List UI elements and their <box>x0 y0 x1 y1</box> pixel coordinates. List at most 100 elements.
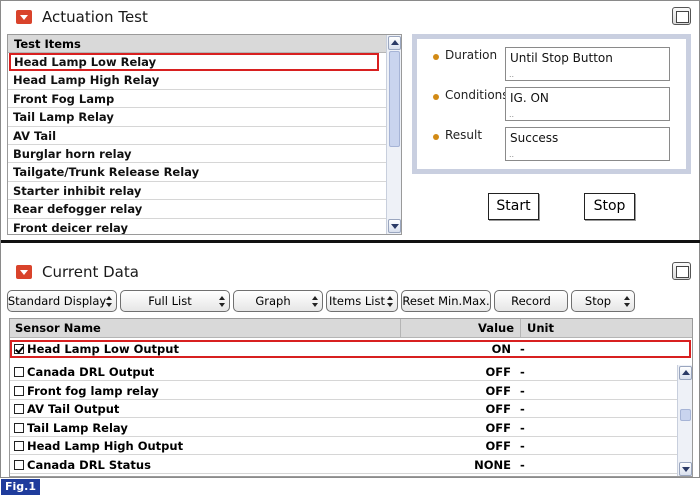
unit-header[interactable]: Unit <box>520 319 692 338</box>
scroll-thumb[interactable] <box>680 409 691 421</box>
result-text: Success <box>510 131 559 145</box>
bullet-icon <box>433 134 439 140</box>
table-row[interactable]: Head Lamp Low Output ON - <box>10 340 691 359</box>
sensor-name: Canada DRL Status <box>27 457 151 472</box>
result-row: Result Success .. <box>417 127 686 163</box>
sensor-value: OFF <box>485 383 512 398</box>
scroll-thumb[interactable] <box>389 51 400 147</box>
items-list-select[interactable]: Items List <box>326 290 398 312</box>
current-data-header: Current Data <box>7 259 695 284</box>
test-item[interactable]: Front deicer relay <box>8 219 387 234</box>
data-table-scrollbar[interactable] <box>677 365 692 476</box>
row-checkbox[interactable] <box>14 441 24 451</box>
sensor-name: Canada DRL Output <box>27 365 155 379</box>
reset-minmax-button[interactable]: Reset Min.Max. <box>401 290 491 312</box>
conditions-text: IG. ON <box>510 91 549 105</box>
result-label: Result <box>445 128 483 142</box>
sensor-value: NONE <box>474 457 511 472</box>
actuation-window-icon[interactable] <box>672 7 691 25</box>
sensor-name: Head Lamp High Output <box>27 439 184 453</box>
test-items-header: Test Items <box>8 35 387 53</box>
table-row[interactable]: Front fog lamp relay OFF - <box>10 382 678 400</box>
stop-select[interactable]: Stop <box>571 290 635 312</box>
row-checkbox[interactable] <box>14 404 24 414</box>
sensor-name: Head Lamp Low Output <box>27 342 179 356</box>
test-item[interactable]: Front Fog Lamp <box>8 90 387 109</box>
items-list-label: Items List <box>329 294 385 308</box>
record-button[interactable]: Record <box>494 290 568 312</box>
sensor-unit: - <box>520 402 525 416</box>
row-checkbox[interactable] <box>14 459 24 470</box>
conditions-row: Conditions IG. ON .. <box>417 87 686 123</box>
row-checkbox[interactable] <box>14 385 24 396</box>
sensor-name-header[interactable]: Sensor Name <box>15 321 101 335</box>
value-header[interactable]: Value <box>400 319 520 338</box>
stop-button[interactable]: Stop <box>584 193 635 220</box>
bullet-icon <box>433 94 439 100</box>
row-checkbox[interactable] <box>14 344 24 354</box>
current-data-title: Current Data <box>42 262 139 281</box>
test-item[interactable]: Tailgate/Trunk Release Relay <box>8 163 387 182</box>
bullet-icon <box>433 54 439 60</box>
current-data-table: Sensor Name Value Unit Head Lamp Low Out… <box>9 318 693 477</box>
scroll-up-icon[interactable] <box>388 36 401 50</box>
current-data-window-icon[interactable] <box>672 262 691 280</box>
updown-arrow-icon <box>387 296 393 307</box>
sensor-unit: - <box>520 457 525 472</box>
sensor-unit: - <box>520 342 525 356</box>
panel-divider <box>1 240 700 243</box>
app-frame: Actuation Test Test Items Head Lamp Low … <box>0 0 700 478</box>
sensor-unit: - <box>520 365 525 379</box>
test-item[interactable]: Starter inhibit relay <box>8 182 387 201</box>
full-list-select[interactable]: Full List <box>120 290 230 312</box>
scroll-down-icon[interactable] <box>388 219 401 233</box>
duration-row: Duration Until Stop Button .. <box>417 47 686 83</box>
full-list-label: Full List <box>148 294 192 308</box>
sensor-name: Tail Lamp Relay <box>27 420 128 435</box>
collapse-current-data-icon[interactable] <box>16 264 32 279</box>
conditions-label: Conditions <box>445 88 509 102</box>
sensor-value: OFF <box>485 365 512 379</box>
collapse-actuation-icon[interactable] <box>16 9 32 24</box>
table-row[interactable]: AV Tail Output OFF - <box>10 400 678 419</box>
test-item[interactable]: Burglar horn relay <box>8 145 387 164</box>
table-row[interactable]: Head Lamp High Output OFF - <box>10 437 678 456</box>
table-row[interactable]: Canada DRL Status NONE - <box>10 456 678 474</box>
sensor-unit: - <box>520 383 525 398</box>
test-items-scrollbar[interactable] <box>386 35 401 234</box>
actuation-title: Actuation Test <box>42 7 148 26</box>
row-checkbox[interactable] <box>14 422 24 433</box>
table-row[interactable]: Tail Lamp Relay OFF - <box>10 419 678 437</box>
sensor-name: Front fog lamp relay <box>27 383 159 398</box>
sensor-unit: - <box>520 439 525 453</box>
test-item[interactable]: Tail Lamp Relay <box>8 108 387 127</box>
sensor-name: AV Tail Output <box>27 402 120 416</box>
stop-label: Stop <box>584 294 612 308</box>
start-button[interactable]: Start <box>488 193 539 220</box>
duration-label: Duration <box>445 48 498 62</box>
updown-arrow-icon <box>312 296 318 307</box>
sensor-value: OFF <box>485 439 512 453</box>
result-value: Success .. <box>505 127 670 161</box>
duration-text: Until Stop Button <box>510 51 613 65</box>
test-item[interactable]: Head Lamp High Relay <box>8 71 387 90</box>
row-checkbox[interactable] <box>14 367 24 377</box>
test-item[interactable]: Head Lamp Low Relay <box>9 53 379 72</box>
updown-arrow-icon <box>219 296 225 307</box>
graph-label: Graph <box>255 294 291 308</box>
test-item[interactable]: AV Tail <box>8 127 387 145</box>
scroll-down-icon[interactable] <box>679 462 692 476</box>
scroll-up-icon[interactable] <box>679 366 692 380</box>
sensor-value: OFF <box>485 402 512 416</box>
current-data-toolbar: Standard Display Full List Graph Items L… <box>7 290 635 312</box>
graph-select[interactable]: Graph <box>233 290 323 312</box>
standard-display-label: Standard Display <box>7 294 107 308</box>
conditions-value: IG. ON .. <box>505 87 670 121</box>
figure-label: Fig.1 <box>1 479 40 495</box>
table-row[interactable]: Canada DRL Output OFF - <box>10 363 678 382</box>
test-item[interactable]: Rear defogger relay <box>8 200 387 219</box>
sensor-value: OFF <box>485 420 512 435</box>
table-header: Sensor Name Value Unit <box>10 319 692 338</box>
standard-display-select[interactable]: Standard Display <box>7 290 117 312</box>
duration-value: Until Stop Button .. <box>505 47 670 81</box>
